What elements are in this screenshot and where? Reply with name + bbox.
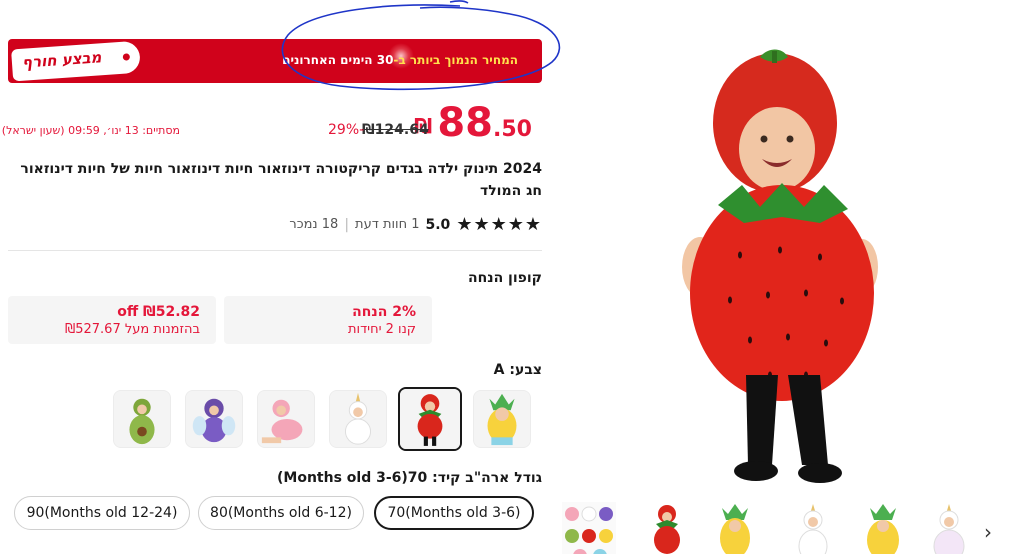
sale-ends-text: מסתיים: 13 ינו׳, 09:59 (שעון ישראל) — [1, 124, 180, 137]
gallery-thumb-collage[interactable] — [562, 502, 616, 554]
gallery-thumb-pineapple[interactable] — [708, 502, 762, 554]
strawberry-costume-icon — [640, 502, 694, 554]
coupon-card-amount[interactable]: ₪52.82 off בהזמנות מעל ₪527.67 — [8, 296, 216, 344]
color-swatch-pineapple[interactable] — [473, 390, 531, 448]
rating-stars-icon[interactable]: ★★★★★ — [456, 214, 542, 235]
coupon-condition: קנו 2 יחידות — [347, 322, 416, 337]
rating-row: ★★★★★ 5.0 1 חוות דעת | 18 נמכר — [289, 214, 542, 235]
product-title: 2024 תינוק ילדה בגדים קריקטורה דינוזאור … — [20, 161, 542, 199]
coupon-card-percent[interactable]: 2% הנחה קנו 2 יחידות — [224, 296, 432, 344]
coupon-condition: בהזמנות מעל ₪527.67 — [65, 322, 200, 337]
lowest-price-days: 30 — [376, 53, 394, 67]
badge-dot-icon — [122, 53, 131, 61]
chevron-right-icon[interactable]: › — [984, 520, 992, 544]
gallery-thumb-unicorn-2[interactable] — [922, 502, 976, 554]
winter-sale-label: מבצע חורף — [21, 48, 103, 72]
lowest-price-suffix: הימים האחרונים — [282, 53, 377, 67]
costume-collage-icon — [562, 502, 616, 554]
color-swatch-unicorn[interactable] — [329, 390, 387, 448]
size-option-90[interactable]: 90(Months old 12-24) — [14, 496, 190, 530]
reviews-link[interactable]: 1 חוות דעת — [355, 217, 419, 232]
sale-price: ₪ 88.50 — [414, 100, 532, 146]
rating-separator: | — [344, 216, 350, 233]
rating-value: 5.0 — [425, 216, 451, 233]
pineapple-costume-icon — [708, 502, 762, 554]
pineapple-costume-icon — [474, 391, 530, 447]
price-integer: 88 — [437, 100, 494, 146]
deal-banner: מבצע חורף המחיר הנמוך ביותר ב-30 הימים ה… — [8, 39, 542, 83]
gallery-thumb-strawberry[interactable] — [640, 502, 694, 554]
color-heading: צבע: A — [493, 362, 542, 378]
color-swatch-bee[interactable] — [185, 390, 243, 448]
winter-sale-badge: מבצע חורף — [11, 40, 141, 82]
price-decimals: .50 — [493, 117, 532, 142]
color-swatch-avocado[interactable] — [113, 390, 171, 448]
size-option-80[interactable]: 80(Months old 6-12) — [198, 496, 364, 530]
gallery-thumb-unicorn[interactable] — [786, 502, 840, 554]
lowest-price-prefix: המחיר הנמוך ביותר ב- — [393, 53, 518, 67]
divider — [8, 250, 542, 251]
pineapple-costume-icon — [856, 502, 910, 554]
size-heading: גודל ארה"ב קיד: 70(Months old 3-6) — [276, 470, 542, 486]
avocado-costume-icon — [114, 391, 170, 447]
original-price: ₪124.64 — [362, 122, 429, 138]
flamingo-costume-icon — [258, 391, 314, 447]
product-main-image[interactable] — [660, 45, 900, 490]
bee-costume-icon — [186, 391, 242, 447]
sold-count: 18 נמכר — [289, 217, 339, 232]
unicorn-costume-icon — [922, 502, 976, 554]
coupon-heading: קופון הנחה — [467, 270, 542, 286]
gallery-thumb-pineapple-2[interactable] — [856, 502, 910, 554]
discount-percent: 29%- — [328, 122, 365, 138]
size-option-70[interactable]: 70(Months old 3-6) — [374, 496, 534, 530]
coupon-title: 2% הנחה — [352, 304, 416, 320]
coupon-title: ₪52.82 off — [117, 304, 200, 320]
unicorn-costume-icon — [786, 502, 840, 554]
color-swatch-flamingo[interactable] — [257, 390, 315, 448]
lowest-price-text: המחיר הנמוך ביותר ב-30 הימים האחרונים — [282, 53, 518, 67]
unicorn-costume-icon — [330, 391, 386, 447]
color-swatch-strawberry[interactable] — [398, 387, 462, 451]
strawberry-costume-icon — [400, 389, 460, 449]
